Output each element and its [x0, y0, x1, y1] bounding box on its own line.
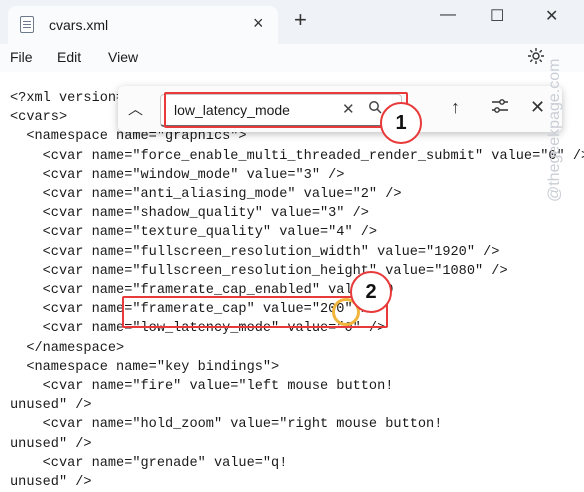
menu-edit[interactable]: Edit [57, 49, 81, 65]
find-input-highlight [164, 92, 408, 128]
maximize-button[interactable]: ☐ [490, 6, 504, 26]
menu-view[interactable]: View [108, 49, 138, 65]
tab-cvars-xml[interactable]: cvars.xml × [8, 6, 278, 44]
code-line: <cvar name="grenade" value="q! [10, 455, 288, 471]
minimize-button[interactable]: — [440, 6, 456, 24]
code-line: <cvar name="texture_quality" value="4" /… [10, 225, 378, 241]
settings-icon[interactable] [527, 47, 545, 70]
step-2-badge: 2 [350, 271, 392, 313]
menu-file[interactable]: File [10, 49, 33, 65]
close-window-button[interactable]: ✕ [545, 6, 558, 26]
code-line: <cvar name="force_enable_multi_threaded_… [10, 148, 584, 164]
watermark: @thegeekpage.com [546, 58, 563, 202]
code-line: <cvar name="shadow_quality" value="3" /> [10, 206, 369, 222]
find-previous-button[interactable]: ↑ [451, 97, 460, 118]
code-line: <cvar name="fullscreen_resolution_height… [10, 263, 508, 279]
editor-content[interactable]: <?xml version= <cvars> <namespace name="… [10, 89, 584, 492]
code-line: <cvar name="hold_zoom" value="right mous… [10, 417, 443, 433]
code-line: <cvar name="fullscreen_resolution_width"… [10, 244, 500, 260]
close-find-button[interactable]: ✕ [530, 97, 545, 118]
step-1-badge: 1 [380, 102, 422, 144]
code-line: <cvar name="anti_aliasing_mode" value="2… [10, 187, 402, 203]
code-line: <cvars> [10, 110, 68, 126]
tab-close-icon[interactable]: × [253, 13, 264, 34]
tab-title: cvars.xml [49, 17, 109, 33]
code-line: </namespace> [10, 340, 125, 356]
find-options-icon[interactable] [490, 97, 510, 120]
code-line: <namespace name="key bindings"> [10, 359, 280, 375]
new-tab-button[interactable]: + [294, 9, 307, 31]
code-line: unused" /> [10, 398, 92, 414]
code-line: unused" /> [10, 436, 92, 452]
code-line: <?xml version= [10, 91, 125, 106]
code-line: <cvar name="fire" value="left mouse butt… [10, 379, 394, 395]
code-line: <cvar name="window_mode" value="3" /> [10, 167, 345, 183]
notepad-file-icon [20, 16, 34, 33]
title-bar: cvars.xml × + — ☐ ✕ [0, 0, 584, 44]
menu-bar: File Edit View [0, 44, 584, 72]
code-line: unused" /> [10, 475, 92, 491]
collapse-find-button[interactable]: ︿ [128, 98, 143, 119]
